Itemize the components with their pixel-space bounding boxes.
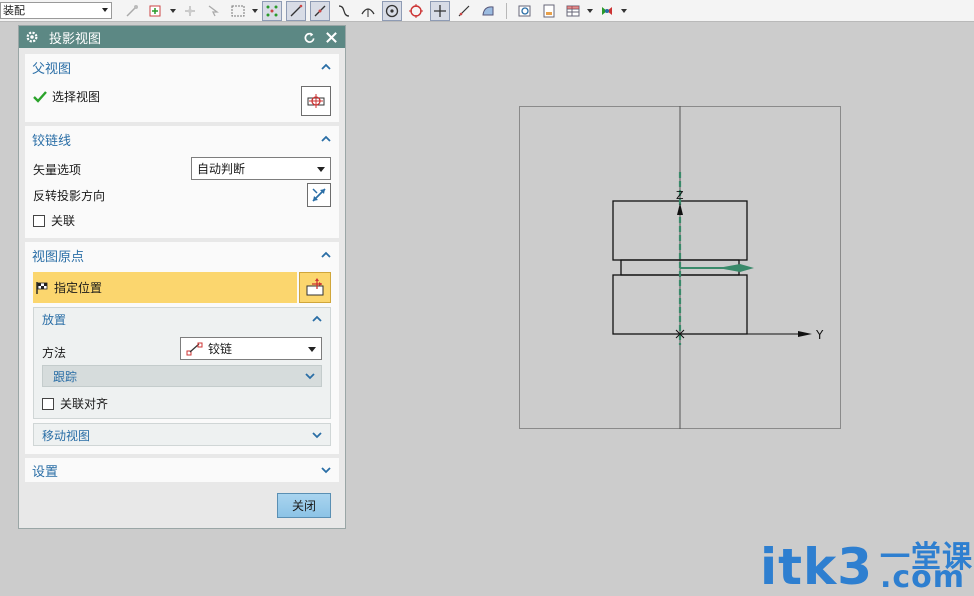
mode-select[interactable]: 装配 (0, 2, 112, 19)
snap-point-icon[interactable] (146, 1, 166, 21)
specify-location-label: 指定位置 (54, 281, 103, 295)
move-view-header[interactable]: 移动视图 (34, 424, 330, 446)
intersection-icon[interactable] (430, 0, 450, 21)
parent-view-section: 父视图 选择视图 (25, 54, 339, 122)
settings-section: 设置 (25, 458, 339, 482)
select-view-icon (307, 94, 325, 108)
cursor-select-icon[interactable] (204, 1, 224, 21)
watermark-logo: itk3 一堂课 .com (760, 538, 972, 596)
chevron-down-icon (308, 347, 316, 352)
reverse-direction-icon (312, 188, 326, 202)
track-header-label: 跟踪 (53, 369, 78, 384)
watermark-dot: .com (880, 560, 966, 595)
checkered-flag-icon (36, 281, 48, 294)
quadrant-icon[interactable] (406, 1, 426, 21)
chevron-up-icon (321, 63, 331, 70)
view-fit-icon[interactable] (515, 1, 535, 21)
reset-icon[interactable] (301, 29, 317, 45)
placement-header[interactable]: 放置 (34, 308, 330, 330)
perpendicular-icon[interactable] (454, 1, 474, 21)
settings-header-label: 设置 (32, 464, 59, 480)
gear-icon (26, 31, 38, 43)
reverse-direction-button[interactable] (307, 183, 331, 207)
select-view-label: 选择视图 (52, 90, 101, 104)
drawing-view-frame[interactable] (519, 106, 841, 429)
hinge-method-icon (186, 342, 203, 355)
view-origin-header-label: 视图原点 (32, 249, 85, 265)
vector-option-value: 自动判断 (197, 162, 246, 176)
curve-icon[interactable] (334, 1, 354, 21)
dialog-title-bar: 投影视图 (19, 26, 345, 48)
chevron-down-icon[interactable] (621, 8, 627, 13)
parent-view-header[interactable]: 父视图 (25, 54, 339, 80)
vector-option-label: 矢量选项 (33, 163, 82, 177)
associative-align-checkbox[interactable] (42, 397, 54, 410)
surface-icon[interactable] (478, 1, 498, 21)
method-label: 方法 (42, 346, 67, 360)
reverse-direction-label: 反转投影方向 (33, 189, 106, 203)
chevron-down-icon (312, 432, 322, 439)
tangent-line-icon[interactable] (310, 0, 330, 21)
rect-select-icon[interactable] (228, 1, 248, 21)
chevron-down-icon[interactable] (252, 8, 258, 13)
view-origin-section: 视图原点 指定位置 放置 方法 铰链 跟踪 关联对齐 移动视图 (25, 242, 339, 454)
view-toolbar-group (513, 1, 629, 21)
watermark-main: itk3 (760, 538, 874, 596)
dialog-title: 投影视图 (49, 31, 102, 47)
color-icon[interactable] (597, 1, 617, 21)
arc-icon[interactable] (358, 1, 378, 21)
method-dropdown[interactable]: 铰链 (180, 337, 322, 360)
method-row: 方法 (42, 344, 66, 361)
associative-align-label: 关联对齐 (60, 397, 109, 411)
placement-header-label: 放置 (42, 312, 67, 327)
view-page-icon[interactable] (539, 1, 559, 21)
associative-align-row: 关联对齐 (42, 395, 108, 412)
hinge-line-header[interactable]: 铰链线 (25, 126, 339, 152)
snap-toolbar-group (120, 0, 500, 21)
chevron-down-icon (305, 373, 315, 380)
associate-checkbox[interactable] (33, 214, 45, 227)
parent-view-header-label: 父视图 (32, 61, 72, 77)
projection-view-dialog: 投影视图 父视图 选择视图 铰链线 矢量选项 自动判断 反转投影方向 关联 视图… (18, 25, 346, 529)
associate-row: 关联 (33, 212, 75, 229)
chevron-down-icon (102, 8, 108, 12)
close-icon[interactable] (323, 29, 339, 45)
snap-endpoint-icon[interactable] (122, 1, 142, 21)
reverse-direction-row: 反转投影方向 (33, 187, 105, 204)
associate-label: 关联 (51, 214, 76, 228)
chevron-up-icon (321, 135, 331, 142)
hinge-line-header-label: 铰链线 (32, 133, 72, 149)
vector-option-dropdown[interactable]: 自动判断 (191, 157, 331, 180)
move-point-icon (306, 277, 324, 295)
check-icon (33, 90, 47, 103)
toolbar-separator (506, 2, 507, 19)
table-icon[interactable] (563, 1, 583, 21)
settings-header[interactable]: 设置 (25, 458, 339, 482)
select-view-button[interactable] (301, 86, 331, 116)
chevron-down-icon (321, 467, 331, 474)
hinge-line-section: 铰链线 矢量选项 自动判断 反转投影方向 关联 (25, 126, 339, 238)
chevron-down-icon[interactable] (587, 8, 593, 13)
snap-grid-icon[interactable] (262, 0, 282, 21)
circle-center-icon[interactable] (382, 0, 402, 21)
chevron-up-icon (321, 251, 331, 258)
chevron-up-icon (312, 315, 322, 322)
vector-option-row: 矢量选项 (33, 161, 81, 178)
specify-location-button[interactable] (299, 272, 331, 303)
mode-select-value: 装配 (3, 4, 25, 17)
move-view-header-label: 移动视图 (42, 428, 91, 443)
placement-subsection: 放置 方法 铰链 跟踪 关联对齐 (33, 307, 331, 419)
top-toolbar: 装配 (0, 0, 974, 22)
chevron-down-icon[interactable] (170, 8, 176, 13)
view-origin-header[interactable]: 视图原点 (25, 242, 339, 268)
method-value: 铰链 (208, 342, 233, 356)
snap-midpoint-icon[interactable] (180, 1, 200, 21)
select-view-row: 选择视图 (33, 88, 100, 105)
track-subsection-header[interactable]: 跟踪 (42, 365, 322, 387)
line-icon[interactable] (286, 0, 306, 21)
specify-location-row[interactable]: 指定位置 (33, 272, 297, 303)
close-button[interactable]: 关闭 (277, 493, 331, 518)
move-view-subsection: 移动视图 (33, 423, 331, 446)
chevron-down-icon (317, 167, 325, 172)
